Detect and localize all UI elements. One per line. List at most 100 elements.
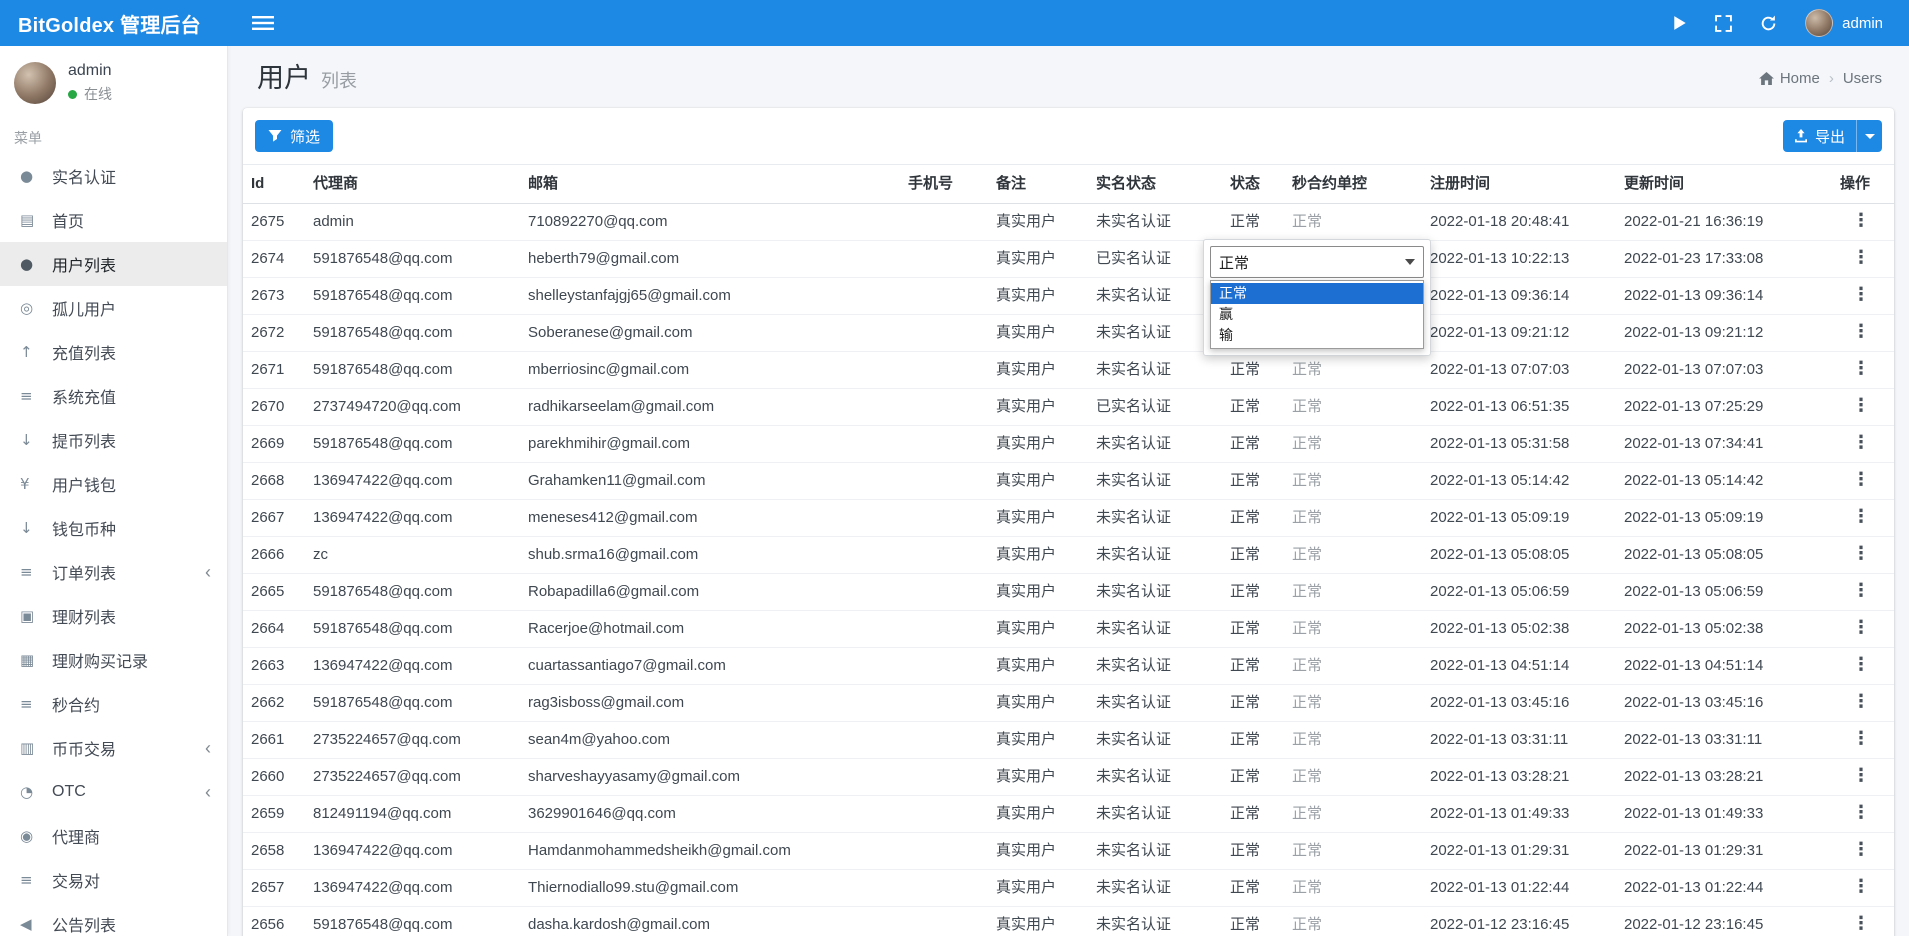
sidebar-item-orphan-users[interactable]: ◎孤儿用户 xyxy=(0,286,227,330)
sidebar-item-home[interactable]: ▤首页 xyxy=(0,198,227,242)
sidebar-item-user-wallet[interactable]: ¥用户钱包 xyxy=(0,462,227,506)
user-row: 2667136947422@qq.commeneses412@gmail.com… xyxy=(243,500,1894,537)
cell-agent: 591876548@qq.com xyxy=(305,241,520,278)
cell-id: 2673 xyxy=(243,278,305,315)
records-grid-icon: ▦ xyxy=(20,651,52,669)
fullscreen-icon[interactable] xyxy=(1715,15,1732,32)
sidebar-item-system-recharge[interactable]: ≡系统充值 xyxy=(0,374,227,418)
sidebar-item-label: 孤儿用户 xyxy=(52,296,116,320)
row-actions-button[interactable]: ⋮ xyxy=(1852,284,1870,305)
row-actions-button[interactable]: ⋮ xyxy=(1852,321,1870,342)
row-actions-button[interactable]: ⋮ xyxy=(1852,654,1870,675)
sidebar-item-users[interactable]: ●用户列表 xyxy=(0,242,227,286)
sidebar-item-label: 代理商 xyxy=(52,824,100,848)
sidebar-menu: ●实名认证▤首页●用户列表◎孤儿用户↑充值列表≡系统充值↓提币列表¥用户钱包↓钱… xyxy=(0,154,227,936)
sidebar-username: admin xyxy=(68,62,112,80)
cell-kyc-status: 未实名认证 xyxy=(1088,685,1222,722)
cell-registered-at: 2022-01-13 05:09:19 xyxy=(1422,500,1616,537)
sidebar-item-wealth-purchase-records[interactable]: ▦理财购买记录 xyxy=(0,638,227,682)
cell-actions: ⋮ xyxy=(1816,426,1894,463)
cell-email: shelleystanfajgj65@gmail.com xyxy=(520,278,900,315)
sidebar-item-coin-trade[interactable]: ▥币币交易‹ xyxy=(0,726,227,770)
cell-actions: ⋮ xyxy=(1816,352,1894,389)
row-actions-button[interactable]: ⋮ xyxy=(1852,543,1870,564)
breadcrumb-home-link[interactable]: Home xyxy=(1759,70,1820,87)
order-control-option[interactable]: 赢 xyxy=(1211,304,1423,325)
cell-remark: 真实用户 xyxy=(988,574,1088,611)
cell-remark: 真实用户 xyxy=(988,500,1088,537)
row-actions-button[interactable]: ⋮ xyxy=(1852,802,1870,823)
row-actions-button[interactable]: ⋮ xyxy=(1852,210,1870,231)
row-actions-button[interactable]: ⋮ xyxy=(1852,876,1870,897)
cell-phone xyxy=(900,722,988,759)
cell-updated-at: 2022-01-13 07:25:29 xyxy=(1616,389,1816,426)
cell-agent: 136947422@qq.com xyxy=(305,833,520,870)
row-actions-button[interactable]: ⋮ xyxy=(1852,247,1870,268)
cell-order-control: 正常 xyxy=(1284,870,1422,907)
sidebar-item-withdraw-list[interactable]: ↓提币列表 xyxy=(0,418,227,462)
order-control-select[interactable]: 正常 xyxy=(1210,246,1424,278)
cell-kyc-status: 未实名认证 xyxy=(1088,463,1222,500)
row-actions-button[interactable]: ⋮ xyxy=(1852,617,1870,638)
cell-remark: 真实用户 xyxy=(988,537,1088,574)
sidebar-item-order-list[interactable]: ≡订单列表‹ xyxy=(0,550,227,594)
refresh-icon[interactable] xyxy=(1760,15,1777,32)
cell-kyc-status: 未实名认证 xyxy=(1088,537,1222,574)
play-icon[interactable] xyxy=(1673,15,1687,31)
cell-remark: 真实用户 xyxy=(988,241,1088,278)
cell-email: sean4m@yahoo.com xyxy=(520,722,900,759)
row-actions-button[interactable]: ⋮ xyxy=(1852,691,1870,712)
sidebar-item-wealth-list[interactable]: ▣理财列表 xyxy=(0,594,227,638)
avatar xyxy=(1805,9,1833,37)
export-button[interactable]: 导出 xyxy=(1783,120,1856,152)
brand-logo[interactable]: BitGoldex 管理后台 xyxy=(0,9,228,38)
row-actions-button[interactable]: ⋮ xyxy=(1852,432,1870,453)
cell-id: 2666 xyxy=(243,537,305,574)
user-row: 2656591876548@qq.comdasha.kardosh@gmail.… xyxy=(243,907,1894,936)
export-dropdown-toggle[interactable] xyxy=(1856,120,1882,152)
sidebar-item-second-contract[interactable]: ≡秒合约 xyxy=(0,682,227,726)
sidebar-item-agents[interactable]: ◉代理商 xyxy=(0,814,227,858)
row-actions-button[interactable]: ⋮ xyxy=(1852,728,1870,749)
cell-updated-at: 2022-01-21 16:36:19 xyxy=(1616,204,1816,241)
row-actions-button[interactable]: ⋮ xyxy=(1852,913,1870,934)
sidebar-item-trading-pairs[interactable]: ≡交易对 xyxy=(0,858,227,902)
cell-email: 3629901646@qq.com xyxy=(520,796,900,833)
cell-id: 2657 xyxy=(243,870,305,907)
cell-registered-at: 2022-01-13 04:51:14 xyxy=(1422,648,1616,685)
sidebar-toggle-button[interactable] xyxy=(252,15,274,31)
users-table: Id代理商邮箱手机号备注实名状态状态秒合约单控注册时间更新时间操作 2675ad… xyxy=(243,164,1894,936)
cell-actions: ⋮ xyxy=(1816,389,1894,426)
row-actions-button[interactable]: ⋮ xyxy=(1852,580,1870,601)
cell-kyc-status: 未实名认证 xyxy=(1088,648,1222,685)
row-actions-button[interactable]: ⋮ xyxy=(1852,358,1870,379)
row-actions-button[interactable]: ⋮ xyxy=(1852,469,1870,490)
orphan-user-icon: ◎ xyxy=(20,299,52,317)
order-control-select-value: 正常 xyxy=(1219,252,1249,273)
sidebar-item-real-name-auth[interactable]: ●实名认证 xyxy=(0,154,227,198)
row-actions-button[interactable]: ⋮ xyxy=(1852,765,1870,786)
sidebar-item-wallet-currency[interactable]: ↓钱包币种 xyxy=(0,506,227,550)
order-control-option[interactable]: 正常 xyxy=(1211,283,1423,304)
sidebar-item-announcement-list[interactable]: ◀公告列表 xyxy=(0,902,227,936)
sidebar-item-label: 实名认证 xyxy=(52,164,116,188)
sidebar-item-recharge-list[interactable]: ↑充值列表 xyxy=(0,330,227,374)
cell-registered-at: 2022-01-13 05:06:59 xyxy=(1422,574,1616,611)
row-actions-button[interactable]: ⋮ xyxy=(1852,506,1870,527)
hamburger-icon xyxy=(252,15,274,31)
order-control-option[interactable]: 输 xyxy=(1211,325,1423,346)
user-menu[interactable]: admin xyxy=(1805,9,1883,37)
cell-agent: 136947422@qq.com xyxy=(305,870,520,907)
filter-button[interactable]: 筛选 xyxy=(255,120,333,152)
user-row: 2664591876548@qq.comRacerjoe@hotmail.com… xyxy=(243,611,1894,648)
cell-updated-at: 2022-01-13 03:45:16 xyxy=(1616,685,1816,722)
row-actions-button[interactable]: ⋮ xyxy=(1852,395,1870,416)
row-actions-button[interactable]: ⋮ xyxy=(1852,839,1870,860)
cell-phone xyxy=(900,907,988,936)
cell-status: 正常 xyxy=(1222,870,1284,907)
cell-email: rag3isboss@gmail.com xyxy=(520,685,900,722)
cell-actions: ⋮ xyxy=(1816,537,1894,574)
sidebar-item-otc[interactable]: ◔OTC‹ xyxy=(0,770,227,814)
sidebar-item-label: 钱包币种 xyxy=(52,516,116,540)
cell-remark: 真实用户 xyxy=(988,463,1088,500)
